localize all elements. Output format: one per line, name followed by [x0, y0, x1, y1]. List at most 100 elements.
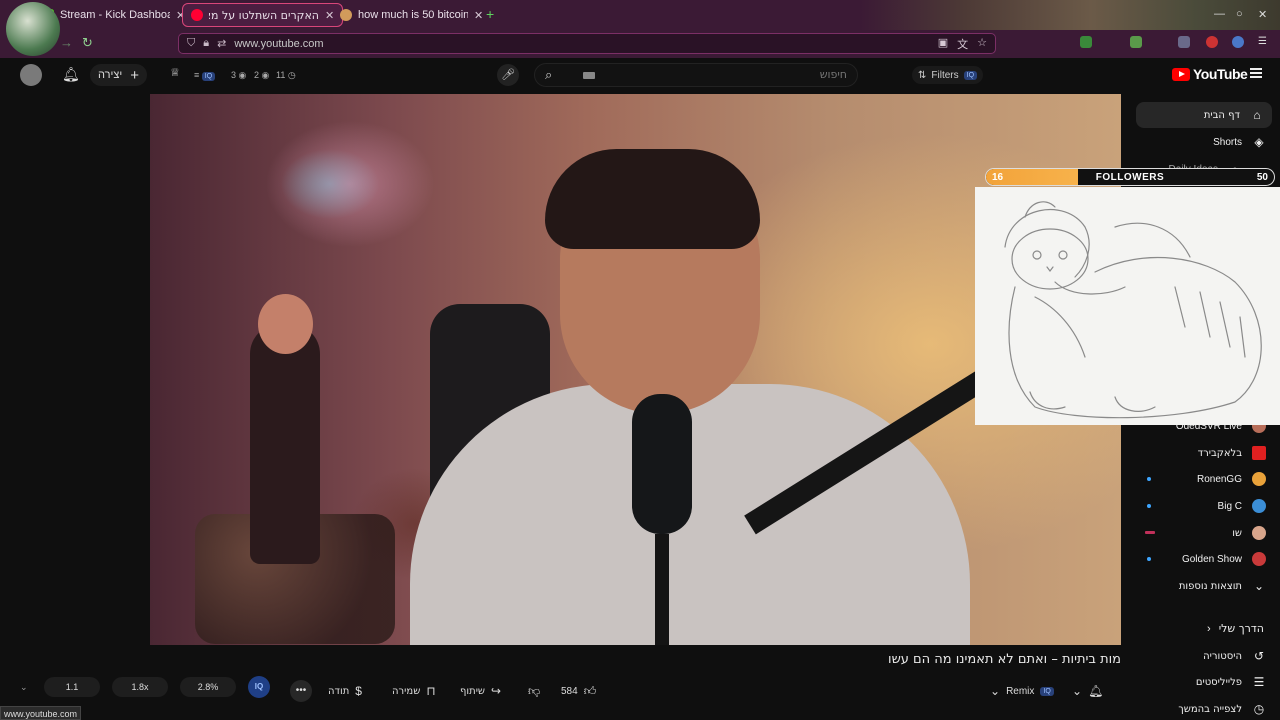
sidebar-section-my-path[interactable]: › הדרך שלי: [1207, 622, 1264, 635]
thumbs-up-icon: 👍︎: [583, 683, 597, 698]
tab-bitcoin-search[interactable]: how much is 50 bitcoins w ✕: [332, 3, 491, 27]
voice-search-mic-icon[interactable]: 🎤︎: [497, 64, 519, 86]
hamburger-menu-icon[interactable]: [1250, 68, 1262, 78]
sidebar-channel[interactable]: RonenGG: [1197, 472, 1266, 486]
tab-title: Stream - Kick Dashboard: [60, 9, 170, 21]
sidebar-item-playlists[interactable]: פלייליסטים ☰: [1196, 675, 1266, 689]
sidebar-item-home[interactable]: דף הבית ⌂: [1136, 102, 1272, 128]
translate-icon[interactable]: 文: [957, 36, 968, 52]
forward-icon[interactable]: →: [60, 35, 73, 50]
site-settings-icon[interactable]: ⇄: [217, 37, 226, 50]
followers-label: FOLLOWERS: [1095, 172, 1165, 183]
chevron-down-icon: ⌄: [1253, 579, 1265, 593]
url-text[interactable]: www.youtube.com: [234, 38, 323, 50]
video-scene-doll-head: [258, 294, 313, 354]
remix-button[interactable]: ⌄ Remix IQ: [984, 680, 1060, 702]
sidebar-item-watch-later[interactable]: לצפייה בהמשך ◷: [1178, 702, 1266, 716]
like-count: 584: [561, 685, 578, 697]
filter-icon: ⇅: [918, 69, 927, 81]
sidebar-channel[interactable]: שו: [1232, 526, 1266, 540]
speed-option[interactable]: 1.1: [44, 677, 100, 697]
keyboard-icon[interactable]: [583, 72, 595, 79]
iq-badge: IQ: [1040, 686, 1054, 696]
sidebar-channel[interactable]: Golden Show: [1182, 552, 1266, 566]
queue-indicator[interactable]: ≡ IQ: [194, 70, 216, 81]
sidebar-item-shorts[interactable]: Shorts ◈: [1213, 135, 1266, 149]
chevron-down-icon: ⌄: [990, 684, 1001, 698]
minimize-icon[interactable]: —: [1214, 8, 1225, 20]
speed-option[interactable]: 1.8x: [112, 677, 168, 697]
channel-avatar: [1252, 526, 1266, 540]
history-icon: ↺: [1253, 649, 1265, 663]
dislike-button[interactable]: 👎︎: [522, 680, 546, 702]
extension-icon[interactable]: [1130, 36, 1142, 48]
chevron-down-icon: ⌄: [1072, 684, 1083, 698]
tab-youtube-video[interactable]: האקרים השתלטו על מצלמו ✕: [182, 3, 344, 27]
iq-badge: IQ: [963, 70, 978, 80]
youtube-play-icon: [1172, 67, 1190, 81]
youtube-logo[interactable]: YouTube: [1172, 66, 1248, 82]
extension-icon[interactable]: [1232, 36, 1244, 48]
plus-icon: +: [130, 66, 139, 84]
video-scene-microphone: [632, 394, 692, 534]
video-scene-mic-stand: [655, 534, 669, 645]
video-title: מות ביתיות – ואתם לא תאמינו מה הם עשו: [888, 652, 1121, 667]
tab-title: האקרים השתלטו על מצלמו: [209, 8, 319, 22]
create-label: יצירה: [98, 69, 123, 81]
notifications-bell-icon: 🔔︎: [1088, 684, 1104, 698]
more-options-icon[interactable]: •••: [290, 680, 312, 702]
chevron-down-icon[interactable]: ⌄: [20, 682, 32, 693]
live-indicator-dot: [1147, 504, 1151, 508]
cat-sketch-illustration: [1004, 201, 1262, 419]
download-icon[interactable]: [1080, 36, 1092, 48]
sidebar-channel[interactable]: Big C: [1218, 499, 1266, 513]
lock-icon[interactable]: 🔒︎: [203, 37, 209, 50]
followers-goal: 50: [1256, 172, 1268, 183]
sidebar-channel[interactable]: בלאקבירד: [1198, 446, 1266, 460]
like-button[interactable]: 584 👍︎: [555, 680, 602, 702]
search-favicon-icon: [340, 9, 352, 21]
extension-icon[interactable]: [1178, 36, 1190, 48]
record-icon[interactable]: [1206, 36, 1218, 48]
viewers-stat: 2 ◉: [254, 70, 270, 80]
time-stat: 11 ◷: [276, 70, 296, 80]
channel-avatar: [1252, 446, 1266, 460]
close-tab-icon[interactable]: ✕: [474, 9, 483, 22]
notifications-bell-icon[interactable]: 🔔︎: [62, 66, 80, 83]
address-bar[interactable]: ⛉ 🔒︎ ⇄ www.youtube.com ▣ 文 ☆: [178, 33, 996, 54]
thanks-button[interactable]: תודה $: [322, 680, 368, 702]
share-button[interactable]: שיתוף ↪: [454, 680, 507, 702]
bookmark-icon: ⊓: [426, 684, 436, 698]
live-indicator-icon: [1145, 531, 1155, 534]
video-scene-hair: [545, 149, 760, 249]
search-icon[interactable]: ⌕: [545, 67, 552, 83]
sidebar-show-more[interactable]: תוצאות נוספות ⌄: [1179, 579, 1266, 593]
close-window-icon[interactable]: ✕: [1258, 8, 1267, 21]
followers-goal-bar: 16 FOLLOWERS 50: [985, 168, 1275, 186]
live-indicator-dot: [1147, 477, 1151, 481]
create-button[interactable]: יצירה +: [90, 64, 147, 86]
new-tab-icon[interactable]: +: [486, 6, 494, 22]
search-input[interactable]: [627, 68, 847, 81]
save-button[interactable]: שמירה ⊓: [386, 680, 442, 702]
browser-profile-avatar[interactable]: [6, 2, 60, 56]
picture-icon[interactable]: ▣: [938, 36, 948, 52]
tab-title: how much is 50 bitcoins w: [358, 9, 468, 21]
filters-label: Filters: [931, 69, 959, 81]
account-avatar[interactable]: [20, 64, 42, 86]
clock-icon: ◷: [1253, 702, 1265, 716]
sidebar-item-history[interactable]: היסטוריה ↺: [1203, 649, 1266, 663]
reload-icon[interactable]: ↻: [82, 35, 93, 51]
shield-icon[interactable]: ⛉: [187, 37, 195, 50]
iq-button[interactable]: IQ: [248, 676, 270, 698]
bookmark-star-icon[interactable]: ☆: [977, 36, 987, 52]
menu-icon[interactable]: ☰: [1258, 36, 1270, 48]
share-icon: ↪: [491, 684, 502, 698]
status-bar-url: www.youtube.com: [0, 706, 82, 720]
trophy-icon[interactable]: ♕: [170, 66, 180, 79]
maximize-icon[interactable]: ○: [1236, 8, 1243, 20]
filters-button[interactable]: ⇅ Filters IQ: [912, 66, 984, 84]
speed-option[interactable]: 2.8%: [180, 677, 236, 697]
subscribe-options[interactable]: ⌄ 🔔︎: [1066, 680, 1109, 702]
search-box[interactable]: ⌕: [534, 63, 858, 87]
